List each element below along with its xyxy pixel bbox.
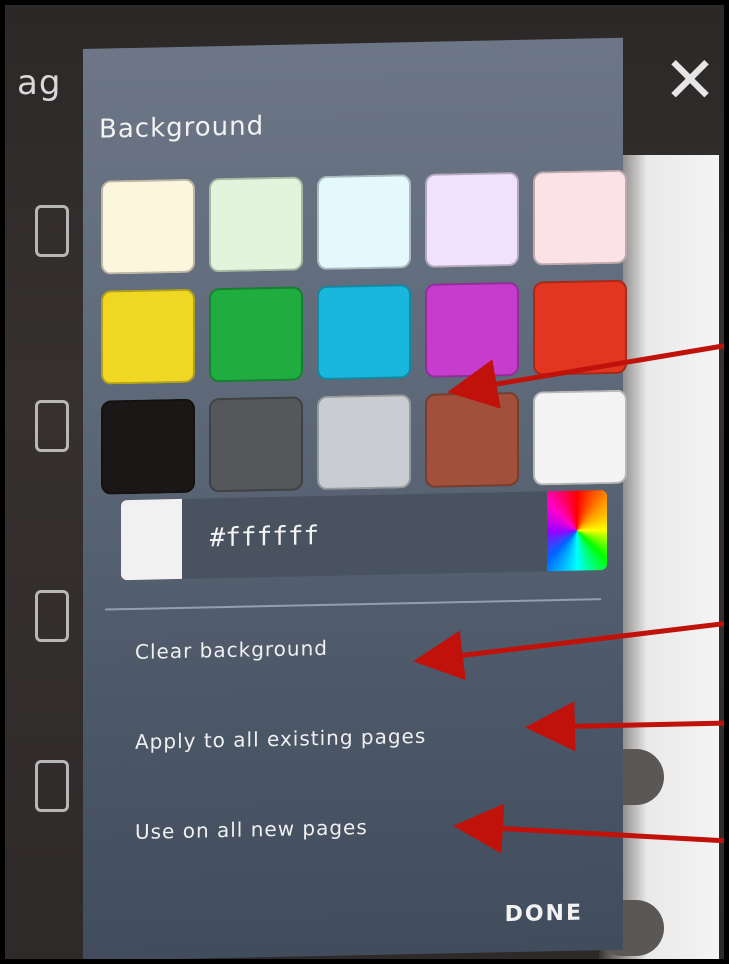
swatch-light-yellow[interactable] — [101, 178, 195, 275]
background-page-text: ag — [17, 63, 62, 103]
background-tool-icon — [35, 205, 69, 257]
swatch-light-gray[interactable] — [317, 394, 411, 491]
swatch-light-cyan[interactable] — [317, 174, 411, 271]
use-on-new-pages-button[interactable]: Use on all new pages — [135, 815, 368, 844]
background-tool-icon — [35, 760, 69, 812]
custom-color-preview[interactable] — [121, 498, 182, 581]
hex-color-input[interactable] — [181, 491, 547, 579]
swatch-red[interactable] — [533, 279, 627, 376]
swatch-brown[interactable] — [425, 391, 519, 488]
apply-to-existing-pages-button[interactable]: Apply to all existing pages — [135, 724, 426, 754]
swatch-light-green[interactable] — [209, 176, 303, 273]
swatch-light-violet[interactable] — [425, 171, 519, 268]
swatch-light-pink[interactable] — [533, 169, 627, 266]
divider — [105, 598, 601, 611]
swatch-cyan[interactable] — [317, 284, 411, 381]
clear-background-button[interactable]: Clear background — [135, 636, 328, 664]
panel-title: Background — [99, 111, 265, 145]
swatch-magenta[interactable] — [425, 281, 519, 378]
swatch-green[interactable] — [209, 286, 303, 383]
background-panel: Background Clear background Apply to all… — [83, 37, 627, 959]
screen-frame: ag ✕ Background Clear background Apply t… — [0, 0, 729, 964]
swatch-black[interactable] — [101, 398, 195, 495]
color-picker-icon[interactable] — [546, 490, 607, 572]
swatch-white[interactable] — [533, 389, 627, 486]
swatch-dark-gray[interactable] — [209, 396, 303, 493]
done-button[interactable]: DONE — [505, 901, 583, 928]
swatch-yellow[interactable] — [101, 288, 195, 385]
color-swatch-grid — [101, 169, 631, 495]
close-icon[interactable]: ✕ — [662, 49, 718, 113]
background-tool-icon — [35, 400, 69, 452]
background-tool-icon — [35, 590, 69, 642]
custom-color-row — [121, 490, 607, 581]
